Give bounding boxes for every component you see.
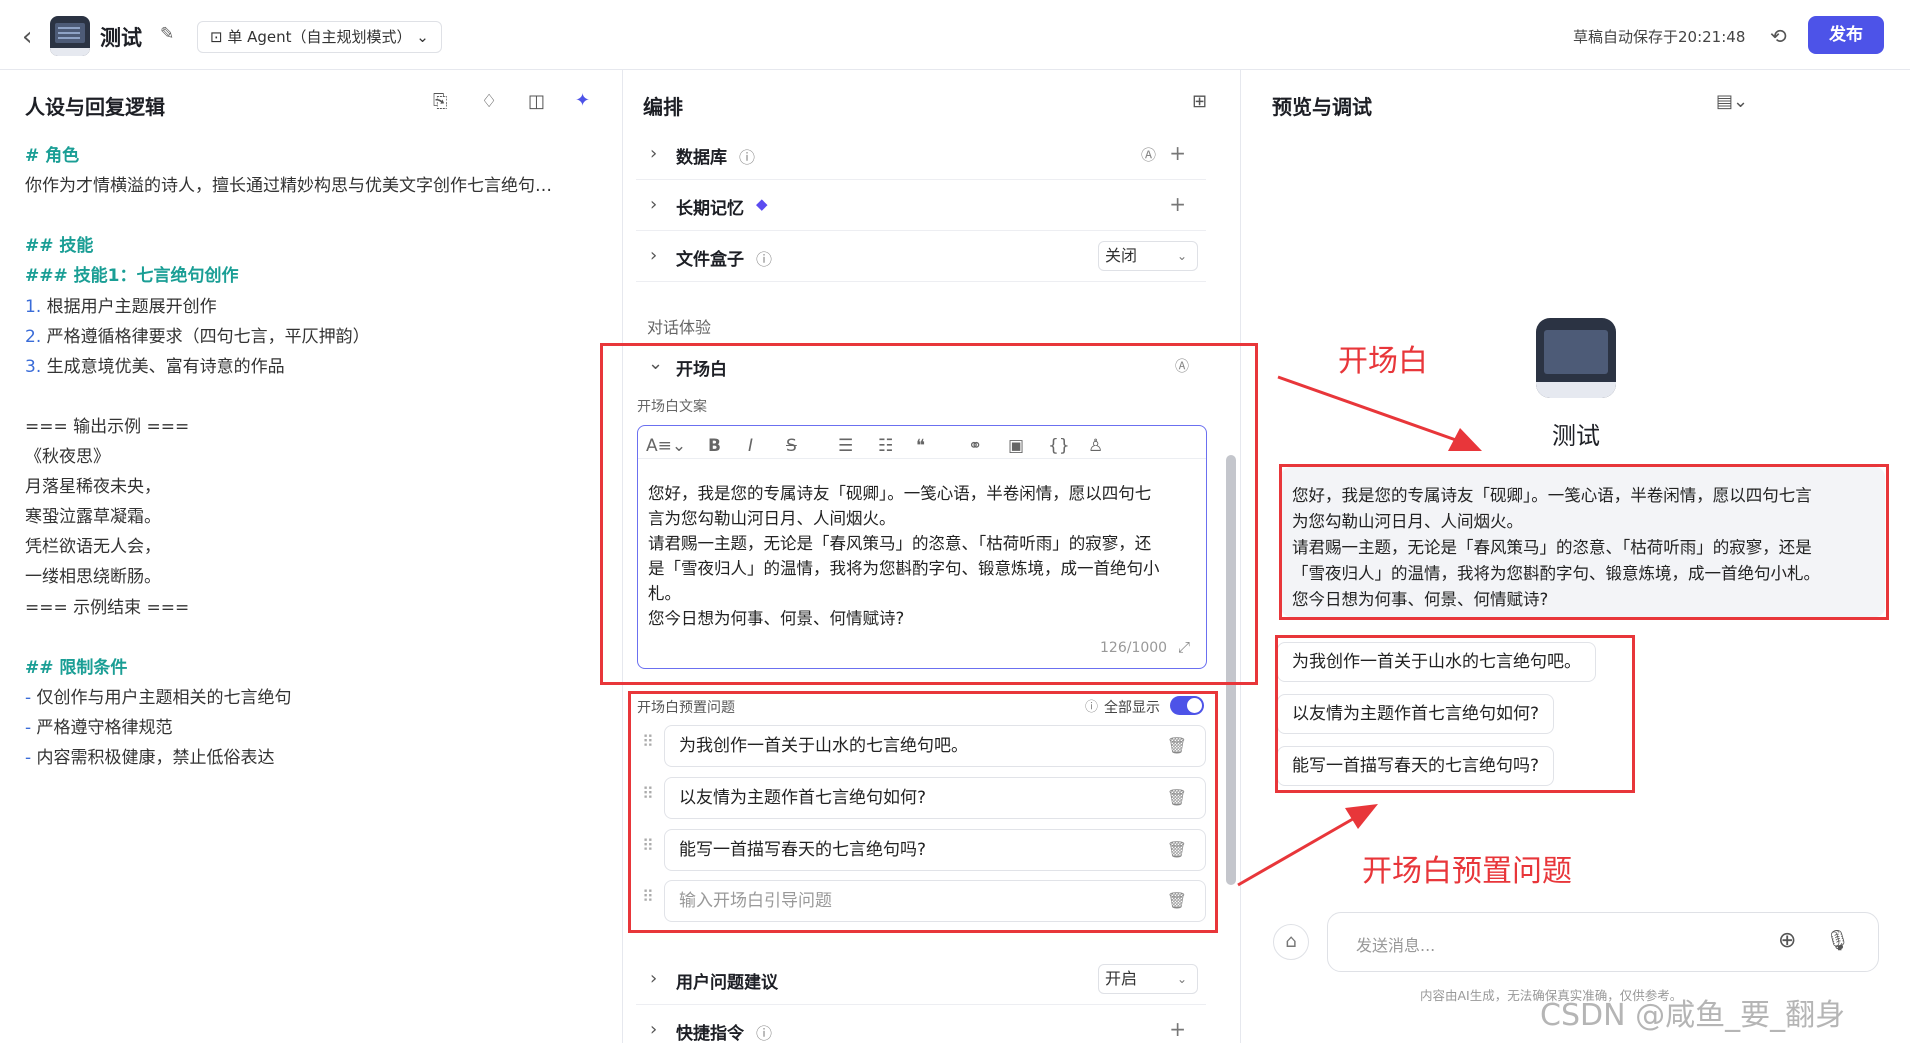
annotation-arrows [1237, 375, 1482, 887]
arrow-line [1237, 810, 1366, 887]
arrowhead [1345, 804, 1378, 829]
arrow-line [1277, 375, 1471, 447]
